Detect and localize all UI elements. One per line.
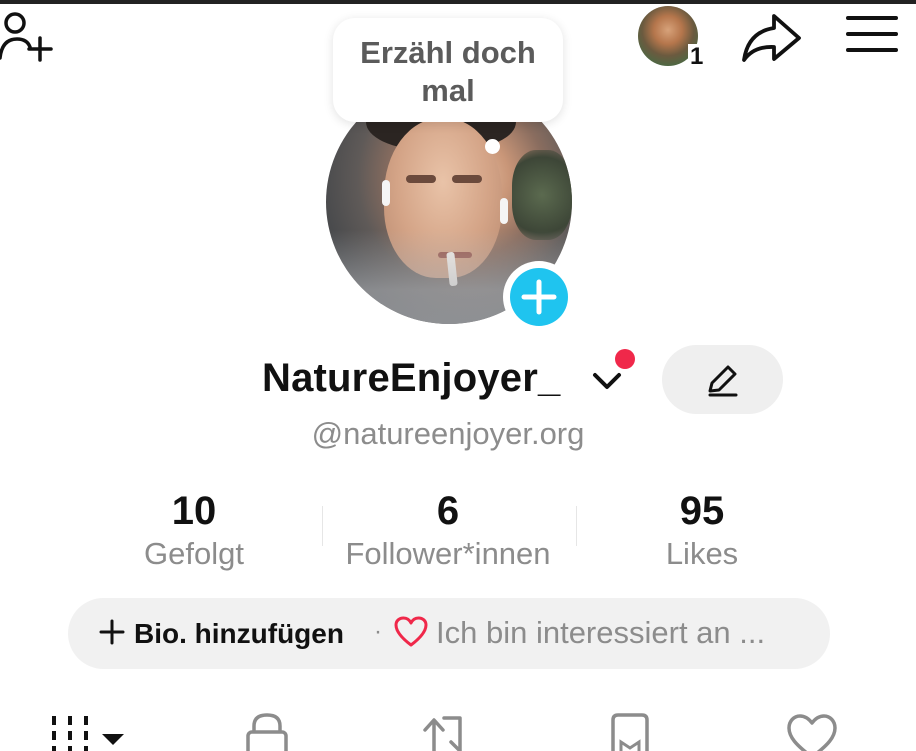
notification-dot: [615, 349, 635, 369]
bubble-tail-dot: [485, 139, 500, 154]
reposts-icon[interactable]: [420, 712, 478, 751]
add-friend-icon[interactable]: [0, 6, 60, 66]
status-note-bubble[interactable]: Erzähl doch mal: [333, 18, 563, 122]
bio-bar[interactable]: Bio. hinzufügen · Ich bin interessiert a…: [68, 598, 830, 669]
followers-count: 6: [436, 489, 460, 533]
following-label: Gefolgt: [144, 536, 244, 571]
add-bio-button[interactable]: Bio. hinzufügen: [134, 618, 344, 650]
status-bar-edge: [0, 0, 916, 4]
plus-icon: [98, 618, 126, 646]
interests-button[interactable]: Ich bin interessiert an ...: [436, 615, 765, 651]
followers-label: Follower*innen: [345, 536, 551, 571]
bubble-text-line2: mal: [421, 73, 475, 108]
menu-icon[interactable]: [846, 12, 898, 58]
stat-following[interactable]: 10 Gefolgt: [120, 488, 268, 574]
stat-followers[interactable]: 6 Follower*innen: [330, 488, 566, 574]
stat-divider: [322, 506, 323, 546]
liked-heart-icon[interactable]: [786, 712, 838, 751]
display-name[interactable]: NatureEnjoyer_: [262, 356, 560, 401]
following-count: 10: [171, 489, 217, 533]
bubble-text-line1: Erzähl doch: [360, 35, 536, 70]
inbox-avatar-button[interactable]: 1: [638, 6, 706, 70]
stat-divider: [576, 506, 577, 546]
private-lock-icon[interactable]: [244, 712, 292, 751]
likes-label: Likes: [665, 536, 739, 571]
stat-likes[interactable]: 95 Likes: [628, 488, 776, 574]
favorites-bookmark-icon[interactable]: [610, 712, 650, 751]
likes-count: 95: [679, 489, 725, 533]
pencil-icon: [708, 365, 738, 397]
videos-grid-icon[interactable]: [50, 712, 128, 751]
username-handle: @natureenjoyer.org: [311, 416, 585, 451]
chevron-down-icon[interactable]: [590, 366, 624, 396]
share-icon[interactable]: [738, 8, 804, 68]
bio-separator: ·: [374, 618, 382, 645]
heart-icon: [394, 616, 428, 648]
plus-icon: [521, 279, 557, 315]
add-story-button[interactable]: [503, 261, 575, 333]
inbox-count-badge: 1: [688, 43, 706, 70]
edit-profile-button[interactable]: [662, 345, 783, 414]
